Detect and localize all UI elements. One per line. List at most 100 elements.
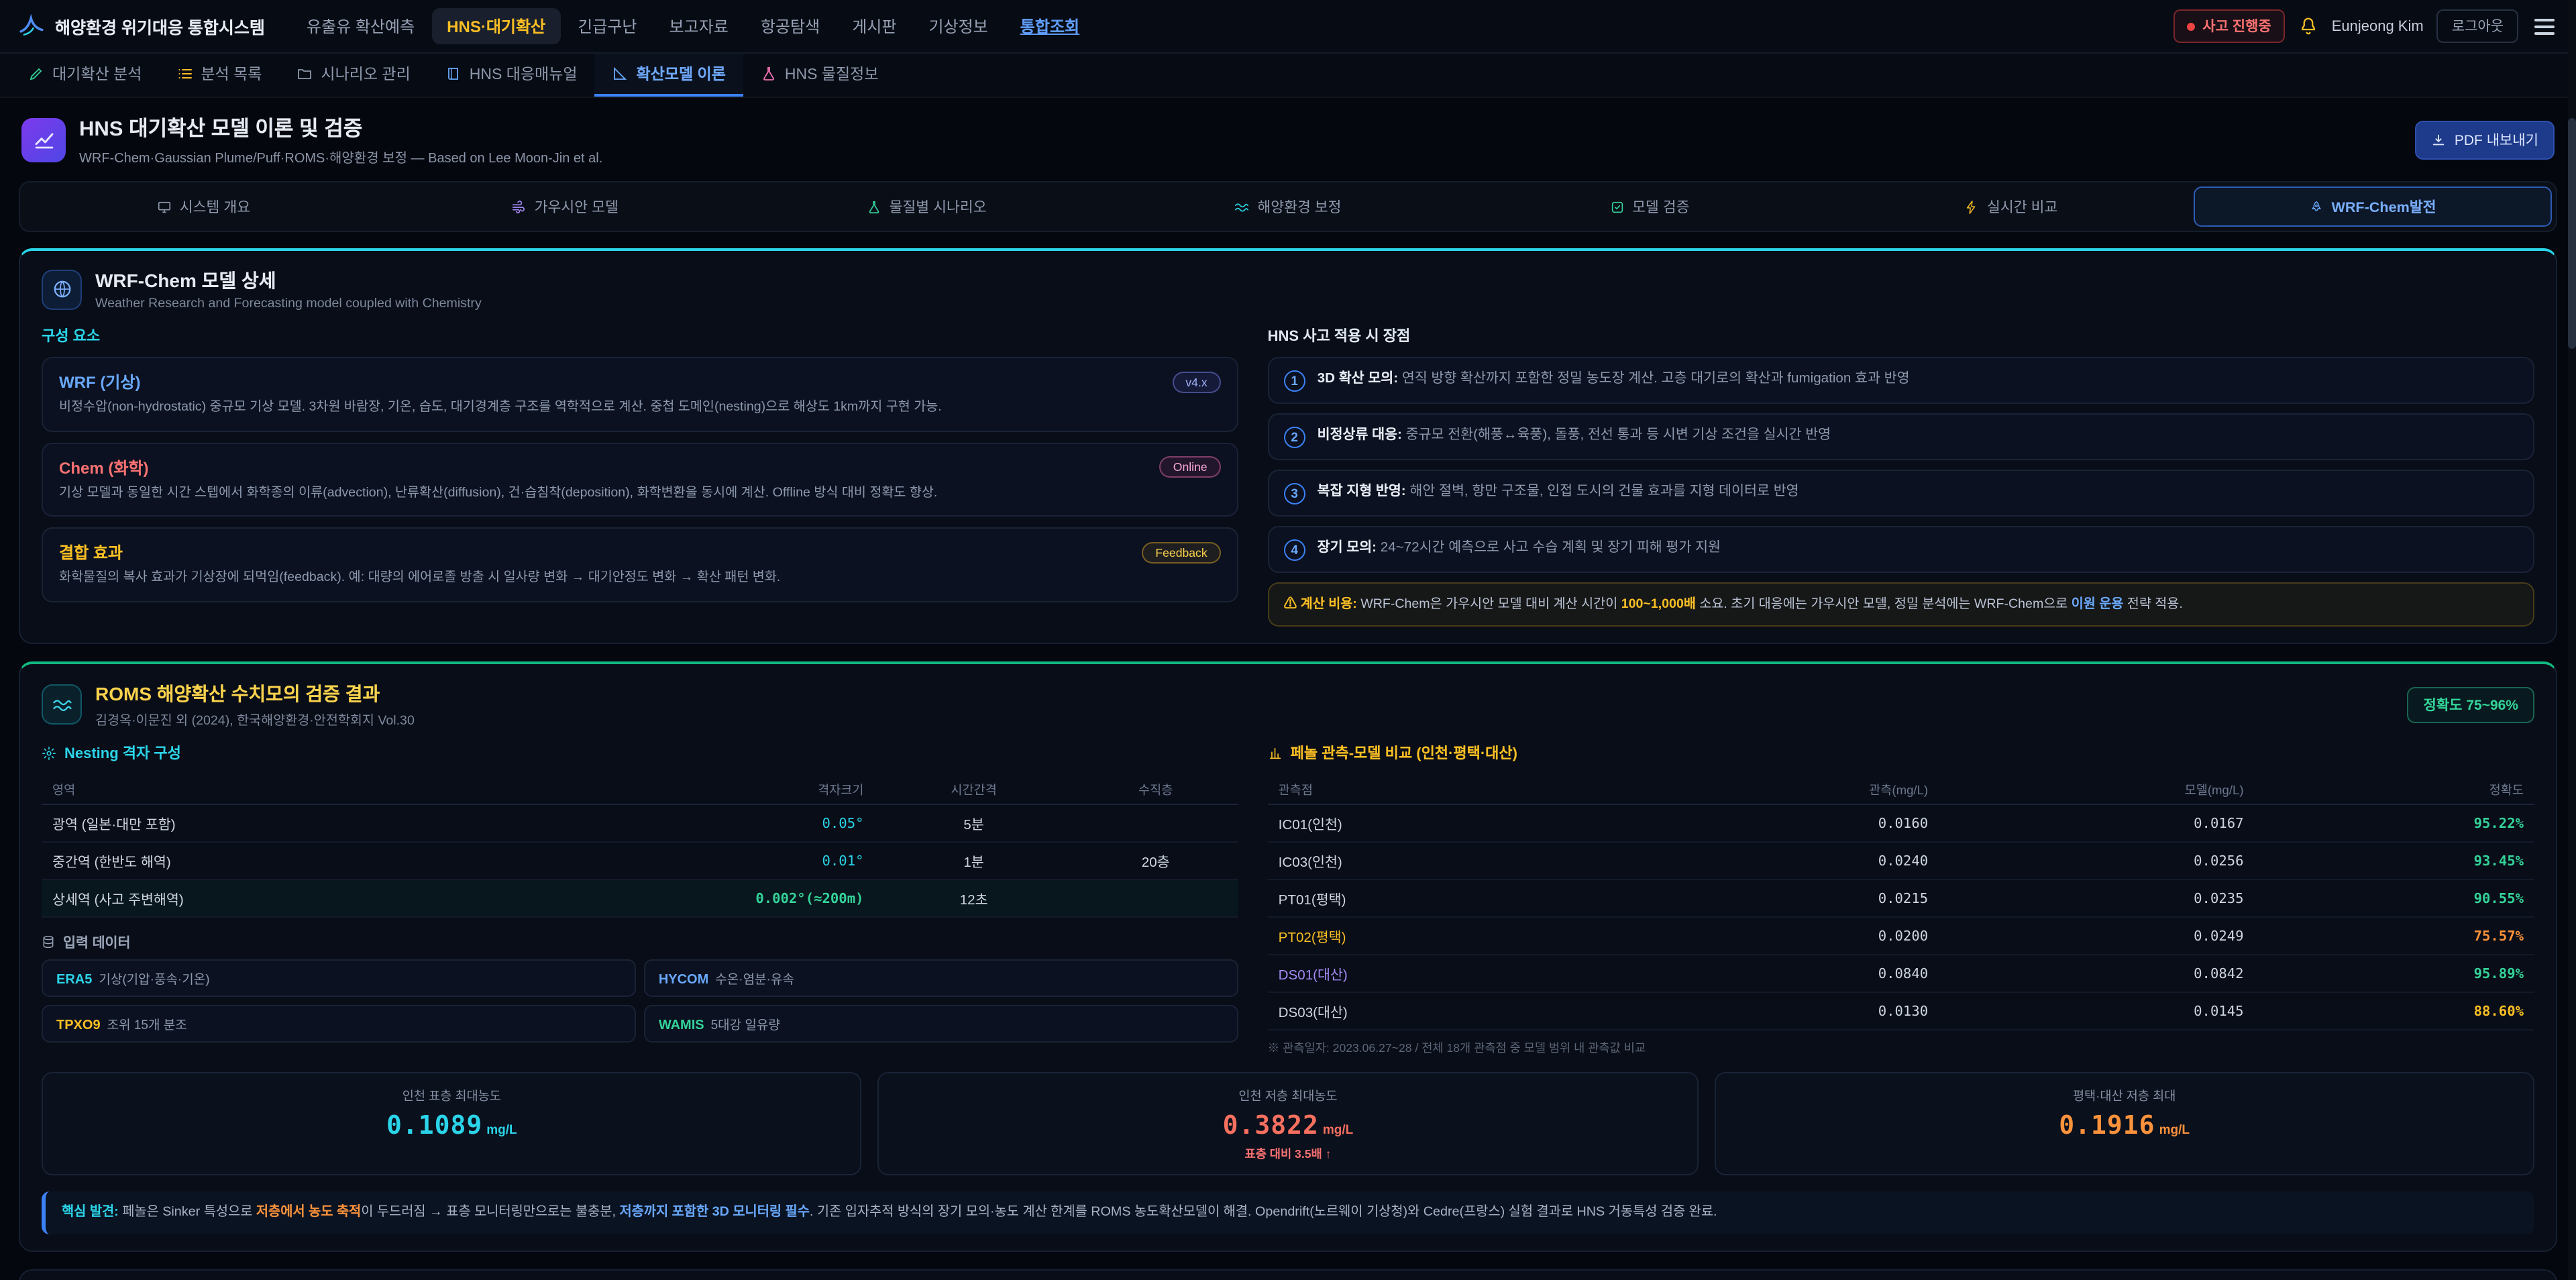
tab-label: 모델 검증: [1632, 196, 1689, 217]
phenol-row: DS03(대산) 0.0130 0.0145 88.60%: [1268, 992, 2534, 1030]
component-coupling-badge: Feedback: [1142, 542, 1220, 564]
component-chem-desc: 기상 모델과 동일한 시간 스텝에서 화학종의 이류(advection), 난…: [59, 484, 1221, 503]
main-menu: 유출유 확산예측 HNS·대기확산 긴급구난 보고자료 항공탐색 게시판 기상정…: [292, 8, 2157, 44]
component-wrf-name: WRF (기상): [59, 370, 140, 393]
menu-item-board[interactable]: 게시판: [837, 8, 911, 44]
advantage-item: 1 3D 확산 모의: 연직 방향 확산까지 포함한 정밀 농도장 계산. 고층…: [1268, 357, 2534, 404]
subtab-hns-response-manual[interactable]: HNS 대응매뉴얼: [428, 54, 595, 97]
advantage-item: 2 비정상류 대응: 중규모 전환(해풍↔육풍), 돌풍, 전선 통과 등 시변…: [1268, 413, 2534, 460]
input-data-heading: 입력 데이터: [63, 931, 130, 951]
subtab-hns-substance-info[interactable]: HNS 물질정보: [743, 54, 896, 97]
menu-item-integrated-search[interactable]: 통합조회: [1006, 8, 1094, 44]
subtab-label: 시나리오 관리: [321, 63, 410, 85]
roms-card-title: ROMS 해양확산 수치모의 검증 결과: [95, 680, 415, 707]
tab-realtime-comparison[interactable]: 실시간 비교: [1831, 186, 2190, 227]
advantage-item: 3 복잡 지형 반영: 해안 절벽, 항만 구조물, 인접 도시의 건물 효과를…: [1268, 470, 2534, 517]
page-title: HNS 대기확산 모델 이론 및 검증: [79, 113, 602, 142]
metric-incheon-surface: 인천 표층 최대농도 0.1089mg/L: [42, 1072, 862, 1175]
input-data-grid: ERA5기상(기압·풍속·기온) HYCOM수온·염분·유속 TPXO9조위 1…: [42, 959, 1238, 1043]
hamburger-menu-icon[interactable]: [2532, 13, 2557, 40]
tab-label: 가우시안 모델: [535, 196, 619, 217]
nesting-row: 중간역 (한반도 해역) 0.01° 1분 20층: [42, 842, 1238, 879]
incident-status-badge[interactable]: 사고 진행중: [2173, 9, 2284, 43]
page-header-text: HNS 대기확산 모델 이론 및 검증 WRF-Chem·Gaussian Pl…: [79, 113, 602, 166]
menu-item-reports[interactable]: 보고자료: [655, 8, 743, 44]
check-circle-icon: [1609, 199, 1624, 214]
bolt-icon: [1964, 199, 1979, 214]
nesting-col-header: 수직층: [1073, 774, 1238, 804]
wave-icon: [1234, 199, 1249, 214]
advantage-text: 장기 모의: 24~72시간 예측으로 사고 수습 계획 및 장기 피해 평가 …: [1318, 538, 1721, 559]
component-coupling-desc: 화학물질의 복사 효과가 기상장에 되먹임(feedback). 예: 대량의 …: [59, 570, 1221, 589]
component-coupling-name: 결합 효과: [59, 541, 123, 564]
phenol-col-header: 관측점: [1268, 774, 1623, 804]
nesting-col-header: 시간간격: [875, 774, 1073, 804]
trend-chart-icon: [33, 129, 54, 150]
input-item-tpxo9: TPXO9조위 15개 분조: [42, 1005, 636, 1043]
roms-card-header: ROMS 해양확산 수치모의 검증 결과 김경옥·이문진 외 (2024), 한…: [42, 680, 2534, 729]
advantage-number: 2: [1284, 427, 1305, 448]
subtab-analysis-list[interactable]: 분석 목록: [159, 54, 279, 97]
page-scrollbar[interactable]: [2568, 0, 2576, 1280]
menu-item-hns-atmospheric[interactable]: HNS·대기확산: [432, 8, 560, 44]
tab-system-overview[interactable]: 시스템 개요: [24, 186, 383, 227]
advantage-text: 복잡 지형 반영: 해안 절벽, 항만 구조물, 인접 도시의 건물 효과를 지…: [1318, 482, 1799, 502]
logout-button[interactable]: 로그아웃: [2437, 9, 2518, 43]
concentration-metrics: 인천 표층 최대농도 0.1089mg/L 인천 저층 최대농도 0.3822m…: [42, 1072, 2534, 1175]
pdf-export-label: PDF 내보내기: [2455, 129, 2538, 150]
scrollbar-thumb[interactable]: [2568, 118, 2576, 349]
subtab-label: 대기확산 분석: [52, 63, 142, 85]
app-brand[interactable]: 해양환경 위기대응 통합시스템: [19, 13, 265, 39]
phenol-heading-row: 페놀 관측-모델 비교 (인천·평택·대산): [1268, 742, 2534, 763]
roms-validation-card: ROMS 해양확산 수치모의 검증 결과 김경옥·이문진 외 (2024), 한…: [19, 661, 2557, 1251]
menu-item-weather-info[interactable]: 기상정보: [914, 8, 1002, 44]
regional-discharge-card: 지역별 해양산업시설 폐수 방류 현황 (10년 평균) 울산 414,620 …: [19, 1269, 2557, 1280]
key-finding-note: 핵심 발견: 페놀은 Sinker 특성으로 저층에서 농도 축적이 두드러짐 …: [42, 1191, 2534, 1234]
subtab-diffusion-model-theory[interactable]: 확산모델 이론: [595, 54, 743, 97]
nesting-row: 광역 (일본·대만 포함) 0.05° 5분: [42, 804, 1238, 842]
nesting-heading: Nesting 격자 구성: [64, 742, 181, 763]
database-icon: [42, 935, 55, 948]
pdf-export-button[interactable]: PDF 내보내기: [2416, 120, 2555, 159]
tab-model-validation[interactable]: 모델 검증: [1470, 186, 1829, 227]
tab-substance-scenarios[interactable]: 물질별 시나리오: [747, 186, 1106, 227]
flask-icon: [867, 199, 881, 214]
input-data-heading-row: 입력 데이터: [42, 931, 1238, 951]
bar-chart-icon: [1268, 745, 1283, 760]
tab-marine-correction[interactable]: 해양환경 보정: [1109, 186, 1468, 227]
menu-item-emergency-rescue[interactable]: 긴급구난: [563, 8, 651, 44]
download-icon: [2432, 132, 2447, 147]
subtab-scenario-management[interactable]: 시나리오 관리: [279, 54, 427, 97]
subtab-atmospheric-analysis[interactable]: 대기확산 분석: [11, 54, 159, 97]
rocket-icon: [2308, 199, 2323, 214]
metric-incheon-bottom: 인천 저층 최대농도 0.3822mg/L 표층 대비 3.5배 ↑: [878, 1072, 1699, 1175]
subtab-label: 분석 목록: [201, 63, 262, 85]
roms-card-titles: ROMS 해양확산 수치모의 검증 결과 김경옥·이문진 외 (2024), 한…: [95, 680, 415, 729]
notification-bell-icon[interactable]: [2298, 16, 2318, 36]
component-chem: Chem (화학) Online 기상 모델과 동일한 시간 스텝에서 화학종의…: [42, 442, 1238, 517]
menu-item-oil-spill[interactable]: 유출유 확산예측: [292, 8, 429, 44]
input-item-era5: ERA5기상(기압·풍속·기온): [42, 959, 636, 997]
advantage-number: 1: [1284, 370, 1305, 392]
page-content: HNS 대기확산 모델 이론 및 검증 WRF-Chem·Gaussian Pl…: [0, 98, 2576, 1280]
tab-label: 물질별 시나리오: [890, 196, 987, 217]
component-wrf-desc: 비정수압(non-hydrostatic) 중규모 기상 모델. 3차원 바람장…: [59, 398, 1221, 418]
phenol-row: DS01(대산) 0.0840 0.0842 95.89%: [1268, 955, 2534, 992]
wrfchem-components-column: 구성 요소 WRF (기상) v4.x 비정수압(non-hydrostatic…: [42, 325, 1238, 627]
nesting-col-header: 영역: [42, 774, 492, 804]
monitor-icon: [157, 199, 172, 214]
app-title: 해양환경 위기대응 통합시스템: [55, 13, 265, 39]
subtab-label: HNS 물질정보: [785, 63, 879, 85]
tab-gaussian-model[interactable]: 가우시안 모델: [386, 186, 745, 227]
advantage-text: 비정상류 대응: 중규모 전환(해풍↔육풍), 돌풍, 전선 통과 등 시변 기…: [1318, 425, 1831, 446]
tab-wrfchem-advancement[interactable]: WRF-Chem발전: [2193, 186, 2552, 227]
flask-icon: [761, 66, 777, 82]
phenol-row: PT02(평택) 0.0200 0.0249 75.57%: [1268, 917, 2534, 955]
user-name: Eunjeong Kim: [2332, 18, 2424, 34]
menu-item-aerial-search[interactable]: 항공탐색: [746, 8, 835, 44]
input-item-hycom: HYCOM수온·염분·유속: [644, 959, 1238, 997]
phenol-table: 관측점 관측(mg/L) 모델(mg/L) 정확도 IC01(인천) 0.016…: [1268, 774, 2534, 1030]
component-wrf-top: WRF (기상) v4.x: [59, 370, 1221, 393]
top-navigation-bar: 해양환경 위기대응 통합시스템 유출유 확산예측 HNS·대기확산 긴급구난 보…: [0, 0, 2576, 54]
phenol-table-note: ※ 관측일자: 2023.06.27~28 / 전체 18개 관측점 중 모델 …: [1268, 1038, 2534, 1056]
